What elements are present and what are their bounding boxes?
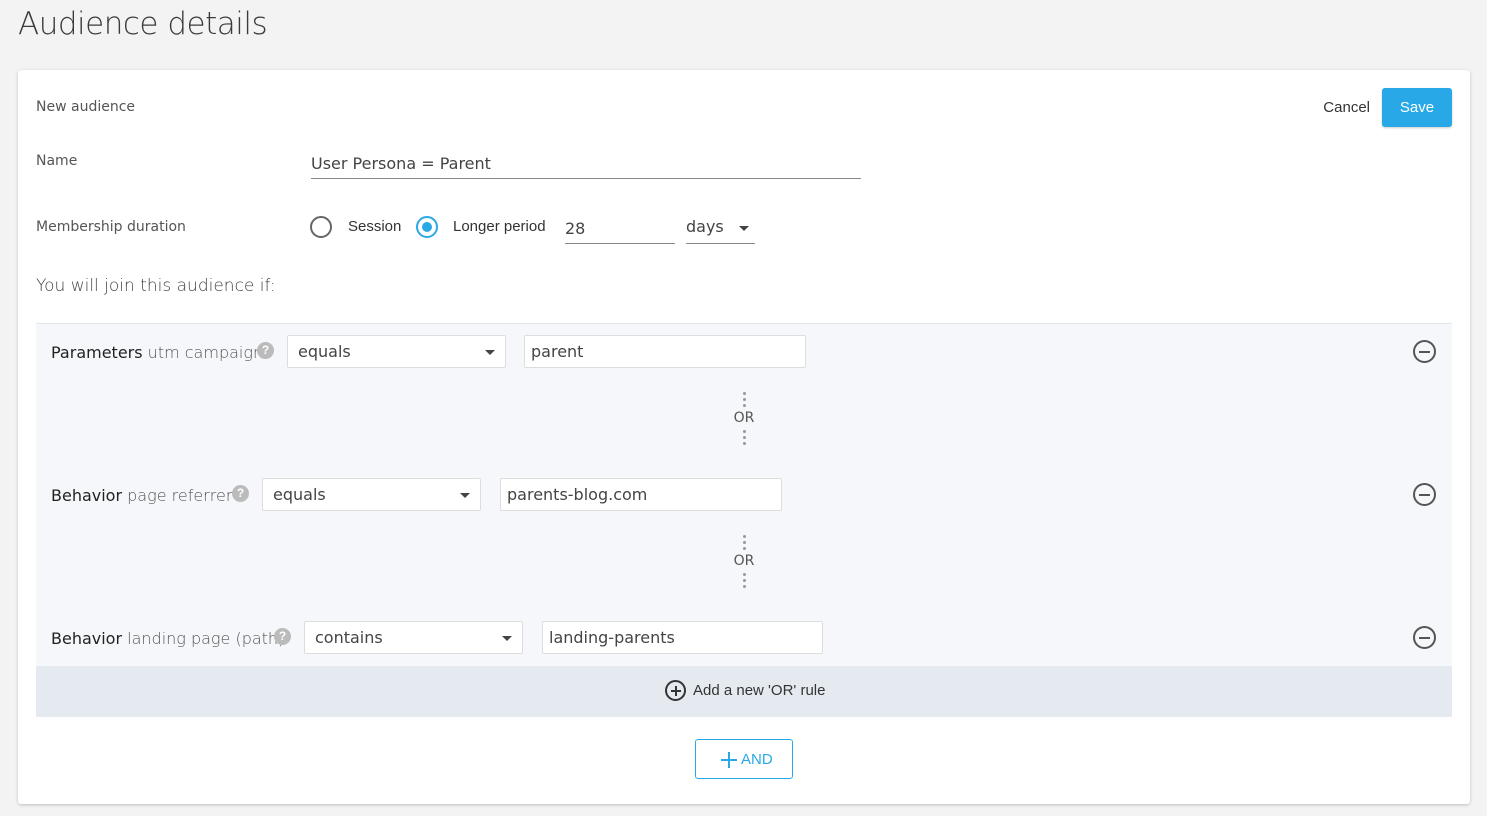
plus-circle-icon xyxy=(665,680,686,701)
chevron-down-icon xyxy=(460,493,470,498)
membership-duration-label: Membership duration xyxy=(36,219,186,235)
chevron-down-icon xyxy=(485,350,495,355)
session-radio-label[interactable]: Session xyxy=(348,218,401,235)
rules-panel xyxy=(36,323,1452,716)
operator-value: equals xyxy=(298,342,351,361)
plus-icon xyxy=(721,752,737,768)
help-icon[interactable]: ? xyxy=(257,342,274,359)
or-label: OR xyxy=(733,410,755,426)
join-condition-text: You will join this audience if: xyxy=(36,276,276,296)
and-label: AND xyxy=(741,751,773,768)
add-and-rule-button[interactable]: AND xyxy=(695,739,793,779)
rule-label: Behavior landing page (path) xyxy=(51,629,284,648)
duration-value-input[interactable] xyxy=(565,214,675,244)
save-button[interactable]: Save xyxy=(1382,88,1452,127)
dots-icon xyxy=(742,392,746,407)
operator-value: equals xyxy=(273,485,326,504)
longer-period-radio-label[interactable]: Longer period xyxy=(453,218,546,235)
duration-unit-value: days xyxy=(686,217,724,236)
rule-value-input[interactable] xyxy=(500,478,782,511)
or-separator: OR xyxy=(724,535,764,591)
duration-unit-select[interactable]: days xyxy=(686,214,755,244)
rule-attribute: page referrer xyxy=(127,486,233,505)
rule-kind: Parameters xyxy=(51,343,143,362)
chevron-down-icon xyxy=(502,636,512,641)
session-radio[interactable] xyxy=(310,216,332,238)
rule-value-input[interactable] xyxy=(542,621,823,654)
or-separator: OR xyxy=(724,392,764,448)
cancel-button[interactable]: Cancel xyxy=(1323,99,1370,116)
rule-attribute: utm campaign xyxy=(147,343,264,362)
name-label: Name xyxy=(36,153,78,169)
name-input[interactable] xyxy=(311,148,861,179)
rule-kind: Behavior xyxy=(51,486,123,505)
add-or-rule-label: Add a new 'OR' rule xyxy=(693,682,826,699)
dots-icon xyxy=(742,573,746,588)
rule-value-input[interactable] xyxy=(524,335,806,368)
longer-period-radio[interactable] xyxy=(416,216,438,238)
rule-attribute: landing page (path) xyxy=(127,629,285,648)
remove-rule-icon[interactable] xyxy=(1413,626,1436,649)
help-icon[interactable]: ? xyxy=(274,628,291,645)
audience-card: New audience Cancel Save Name Membership… xyxy=(18,70,1470,804)
remove-rule-icon[interactable] xyxy=(1413,340,1436,363)
operator-select[interactable]: contains xyxy=(304,621,523,654)
rule-label: Parameters utm campaign xyxy=(51,343,263,362)
remove-rule-icon[interactable] xyxy=(1413,483,1436,506)
new-audience-label: New audience xyxy=(36,99,136,115)
dots-icon xyxy=(742,535,746,550)
or-label: OR xyxy=(733,553,755,569)
operator-select[interactable]: equals xyxy=(262,478,481,511)
operator-value: contains xyxy=(315,628,383,647)
page-title: Audience details xyxy=(18,6,268,42)
operator-select[interactable]: equals xyxy=(287,335,506,368)
chevron-down-icon xyxy=(739,226,749,231)
rule-label: Behavior page referrer xyxy=(51,486,232,505)
help-icon[interactable]: ? xyxy=(232,485,249,502)
dots-icon xyxy=(742,430,746,445)
rule-kind: Behavior xyxy=(51,629,123,648)
